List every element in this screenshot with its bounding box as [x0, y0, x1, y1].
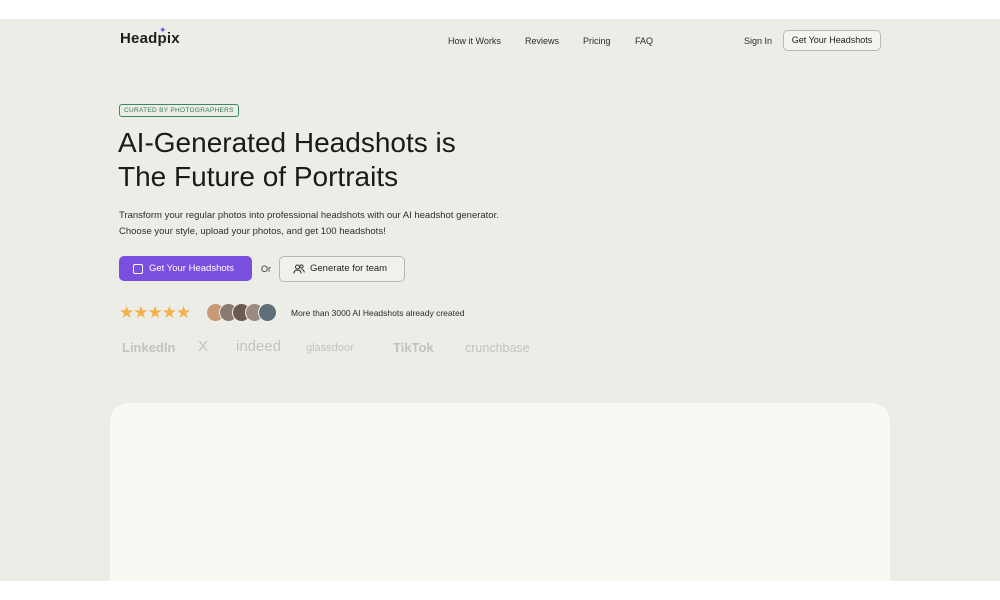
header-get-headshots-button[interactable]: Get Your Headshots — [783, 30, 881, 51]
hero-description-line-1: Transform your regular photos into profe… — [119, 210, 499, 221]
sparkle-icon: ✦ — [159, 25, 167, 35]
crunchbase-logo: crunchbase — [465, 341, 530, 355]
rating-stars: ★★★★★ — [119, 303, 191, 322]
hero-title-line-2: The Future of Portraits — [118, 161, 399, 192]
users-icon — [293, 264, 305, 274]
social-proof-text: More than 3000 AI Headshots already crea… — [291, 308, 465, 318]
image-icon — [133, 264, 143, 274]
indeed-logo: indeed — [236, 338, 282, 355]
get-headshots-button[interactable]: Get Your Headshots — [119, 256, 252, 281]
get-headshots-label: Get Your Headshots — [149, 263, 235, 274]
avatar — [258, 303, 277, 322]
generate-for-team-label: Generate for team — [310, 263, 388, 274]
or-separator: Or — [261, 264, 271, 274]
x-logo: X — [198, 338, 209, 355]
nav-how-it-works[interactable]: How it Works — [448, 36, 501, 46]
hero-title: AI-Generated Headshots is The Future of … — [118, 126, 538, 194]
nav-faq[interactable]: FAQ — [635, 36, 653, 46]
glassdoor-logo: glassdoor — [306, 342, 354, 354]
nav-pricing[interactable]: Pricing — [583, 36, 611, 46]
preview-card — [110, 403, 890, 581]
landing-page: Headpix ✦ How it Works Reviews Pricing F… — [0, 19, 1000, 581]
sign-in-link[interactable]: Sign In — [744, 36, 772, 46]
nav-reviews[interactable]: Reviews — [525, 36, 559, 46]
curated-badge: CURATED BY PHOTOGRAPHERS — [119, 104, 239, 117]
brand-logo[interactable]: Headpix ✦ — [120, 25, 180, 47]
linkedin-logo: LinkedIn — [122, 340, 176, 355]
hero-description: Transform your regular photos into profe… — [119, 208, 549, 240]
tiktok-logo: TikTok — [393, 340, 434, 355]
hero-description-line-2: Choose your style, upload your photos, a… — [119, 226, 386, 237]
brand-name: Headpix — [120, 30, 180, 47]
hero-title-line-1: AI-Generated Headshots is — [118, 127, 456, 158]
generate-for-team-button[interactable]: Generate for team — [279, 256, 405, 282]
